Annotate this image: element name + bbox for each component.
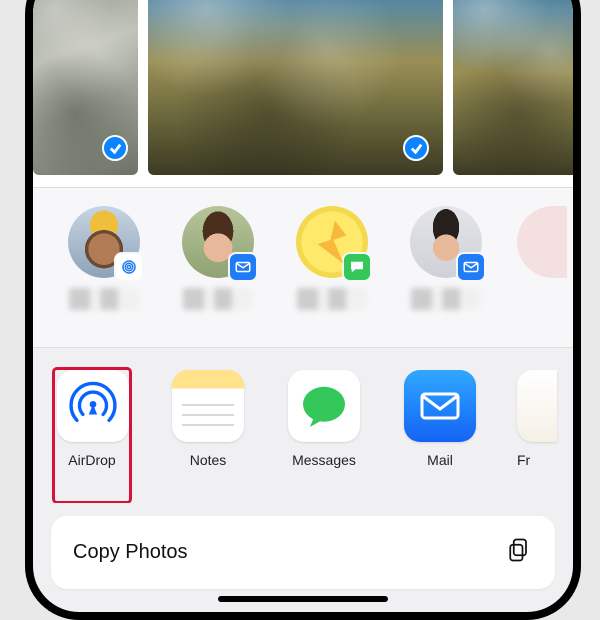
photo-thumbnail[interactable]	[453, 0, 573, 175]
messages-icon	[342, 252, 372, 282]
action-label: Copy Photos	[73, 541, 188, 564]
share-contact[interactable]	[517, 206, 547, 337]
messages-icon	[288, 370, 360, 442]
contact-name	[411, 288, 481, 310]
photo-thumbnail[interactable]	[33, 0, 138, 175]
device-frame: AirDrop Notes Messages	[25, 0, 581, 620]
app-label: AirDrop	[57, 452, 127, 468]
share-contacts-row[interactable]	[33, 188, 573, 348]
app-label: Mail	[401, 452, 479, 468]
photo-thumbnail[interactable]	[148, 0, 443, 175]
share-contact[interactable]	[175, 206, 261, 337]
selected-checkmark-icon[interactable]	[102, 135, 128, 161]
notes-icon	[172, 370, 244, 442]
copy-icon	[505, 536, 533, 569]
contact-name	[183, 288, 253, 310]
home-indicator[interactable]	[218, 596, 388, 602]
photo-strip[interactable]	[33, 0, 573, 188]
contact-name	[69, 288, 139, 310]
avatar	[68, 206, 140, 278]
app-messages[interactable]: Messages	[285, 370, 363, 503]
share-contact[interactable]	[289, 206, 375, 337]
selected-checkmark-icon[interactable]	[403, 135, 429, 161]
avatar	[296, 206, 368, 278]
avatar	[410, 206, 482, 278]
airdrop-icon	[57, 370, 129, 442]
contact-name	[297, 288, 367, 310]
share-contact[interactable]	[403, 206, 489, 337]
app-notes[interactable]: Notes	[169, 370, 247, 503]
airdrop-icon	[114, 252, 144, 282]
app-label: Fr	[517, 452, 541, 468]
app-label: Notes	[169, 452, 247, 468]
photo-preview	[148, 0, 443, 175]
mail-icon	[404, 370, 476, 442]
freeform-icon	[517, 370, 557, 442]
app-airdrop[interactable]: AirDrop	[53, 368, 131, 503]
share-apps-row[interactable]: AirDrop Notes Messages	[33, 348, 573, 503]
mail-icon	[228, 252, 258, 282]
app-freeform[interactable]: Fr	[517, 370, 541, 503]
app-label: Messages	[285, 452, 363, 468]
action-copy-photos[interactable]: Copy Photos	[51, 516, 555, 589]
app-mail[interactable]: Mail	[401, 370, 479, 503]
avatar	[182, 206, 254, 278]
share-contact[interactable]	[61, 206, 147, 337]
avatar	[517, 206, 567, 278]
screen: AirDrop Notes Messages	[33, 0, 573, 612]
photo-preview	[453, 0, 573, 175]
mail-icon	[456, 252, 486, 282]
